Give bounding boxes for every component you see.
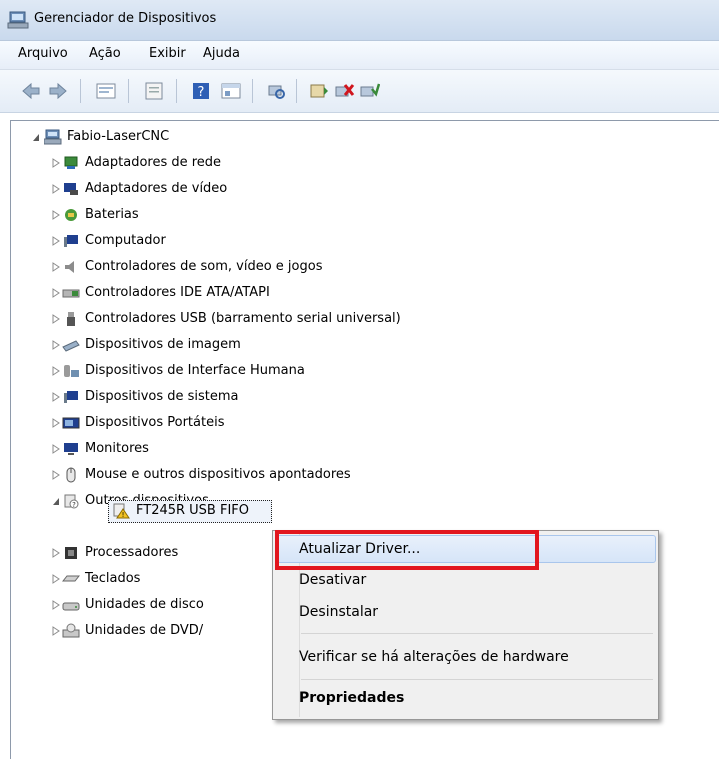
disk-drive-icon <box>62 602 80 611</box>
tree-item-label: Dispositivos Portáteis <box>85 415 225 430</box>
tree-item-label: Controladores USB (barramento serial uni… <box>85 311 401 326</box>
annotation-highlight-box <box>275 530 539 570</box>
keyboard-icon <box>62 575 80 582</box>
tree-item-label: Dispositivos de Interface Humana <box>85 363 305 378</box>
expand-icon[interactable] <box>52 574 60 584</box>
portable-device-icon <box>62 417 80 429</box>
expand-icon[interactable] <box>52 392 60 402</box>
tree-view-icon[interactable] <box>95 81 117 101</box>
tree-item-label: Teclados <box>85 571 141 586</box>
display-adapter-icon <box>64 183 78 195</box>
mouse-icon <box>66 467 76 483</box>
expand-icon[interactable] <box>52 288 60 298</box>
collapse-icon[interactable] <box>52 496 60 506</box>
tree-item-label: Unidades de DVD/ <box>85 623 204 638</box>
expand-icon[interactable] <box>52 340 60 350</box>
monitor-icon <box>64 443 78 455</box>
window-title: Gerenciador de Dispositivos <box>34 11 217 26</box>
svg-text:!: ! <box>122 511 125 519</box>
menu-acao[interactable]: Ação <box>89 46 121 61</box>
tree-root-label: Fabio-LaserCNC <box>67 129 170 144</box>
menu-item-desinstalar[interactable]: Desinstalar <box>299 600 378 624</box>
help-icon[interactable]: ? <box>190 81 212 101</box>
expand-icon[interactable] <box>52 262 60 272</box>
expand-icon[interactable] <box>52 548 60 558</box>
tree-item-label: Processadores <box>85 545 179 560</box>
expand-icon[interactable] <box>52 366 60 376</box>
title-bar: Gerenciador de Dispositivos <box>0 0 719 41</box>
collapse-icon[interactable] <box>32 132 40 142</box>
device-manager-icon <box>7 11 29 29</box>
tree-item-label: Computador <box>85 233 166 248</box>
processor-icon <box>65 547 77 559</box>
menu-item-desativar[interactable]: Desativar <box>299 568 366 592</box>
tree-item-label: Adaptadores de rede <box>85 155 222 170</box>
update-driver-icon[interactable] <box>308 81 330 101</box>
usb-icon <box>67 312 75 326</box>
menu-bar: Arquivo Ação Exibir Ajuda <box>0 41 719 70</box>
svg-text:?: ? <box>72 501 76 509</box>
warning-device-icon: ! <box>113 503 130 519</box>
details-icon[interactable] <box>220 81 242 101</box>
menu-ajuda[interactable]: Ajuda <box>203 46 240 61</box>
expand-icon[interactable] <box>52 158 60 168</box>
tree-item-label: Controladores de som, vídeo e jogos <box>85 259 323 274</box>
enable-icon[interactable] <box>358 81 380 101</box>
unknown-device-icon: ? <box>64 494 79 509</box>
expand-icon[interactable] <box>52 600 60 610</box>
tree-item-label: Adaptadores de vídeo <box>85 181 228 196</box>
ide-controller-icon <box>62 289 80 298</box>
properties-icon[interactable] <box>143 81 165 101</box>
tree-item-label: Monitores <box>85 441 149 456</box>
tree-item-label: Mouse e outros dispositivos apontadores <box>85 467 351 482</box>
tree-item-label: Unidades de disco <box>85 597 204 612</box>
expand-icon[interactable] <box>52 184 60 194</box>
toolbar: ? <box>0 70 719 113</box>
svg-text:?: ? <box>198 85 205 100</box>
expand-icon[interactable] <box>52 444 60 454</box>
back-icon[interactable] <box>20 81 42 101</box>
expand-icon[interactable] <box>52 314 60 324</box>
expand-icon[interactable] <box>52 470 60 480</box>
tree-item-label: Dispositivos de sistema <box>85 389 239 404</box>
expand-icon[interactable] <box>52 236 60 246</box>
tree-item-label: Baterias <box>85 207 139 222</box>
computer-icon <box>64 235 78 247</box>
tree-item-label: Dispositivos de imagem <box>85 337 241 352</box>
expand-icon[interactable] <box>52 626 60 636</box>
system-device-icon <box>64 391 78 403</box>
scan-hardware-icon[interactable] <box>265 81 287 101</box>
menu-item-propriedades[interactable]: Propriedades <box>299 686 404 710</box>
battery-icon <box>65 209 77 221</box>
expand-icon[interactable] <box>52 210 60 220</box>
menu-exibir[interactable]: Exibir <box>149 46 186 61</box>
network-adapter-icon <box>64 156 78 169</box>
computer-icon <box>44 129 62 145</box>
scanner-icon <box>62 340 80 352</box>
expand-icon[interactable] <box>52 418 60 428</box>
speaker-icon <box>65 261 74 273</box>
hid-icon <box>64 365 79 377</box>
forward-icon[interactable] <box>47 81 69 101</box>
tree-item-label: Controladores IDE ATA/ATAPI <box>85 285 270 300</box>
uninstall-icon[interactable] <box>333 81 355 101</box>
menu-arquivo[interactable]: Arquivo <box>18 46 68 61</box>
menu-item-verificar-hardware[interactable]: Verificar se há alterações de hardware <box>299 645 569 669</box>
tree-item-label: FT245R USB FIFO <box>136 503 250 518</box>
dvd-drive-icon <box>62 623 80 638</box>
